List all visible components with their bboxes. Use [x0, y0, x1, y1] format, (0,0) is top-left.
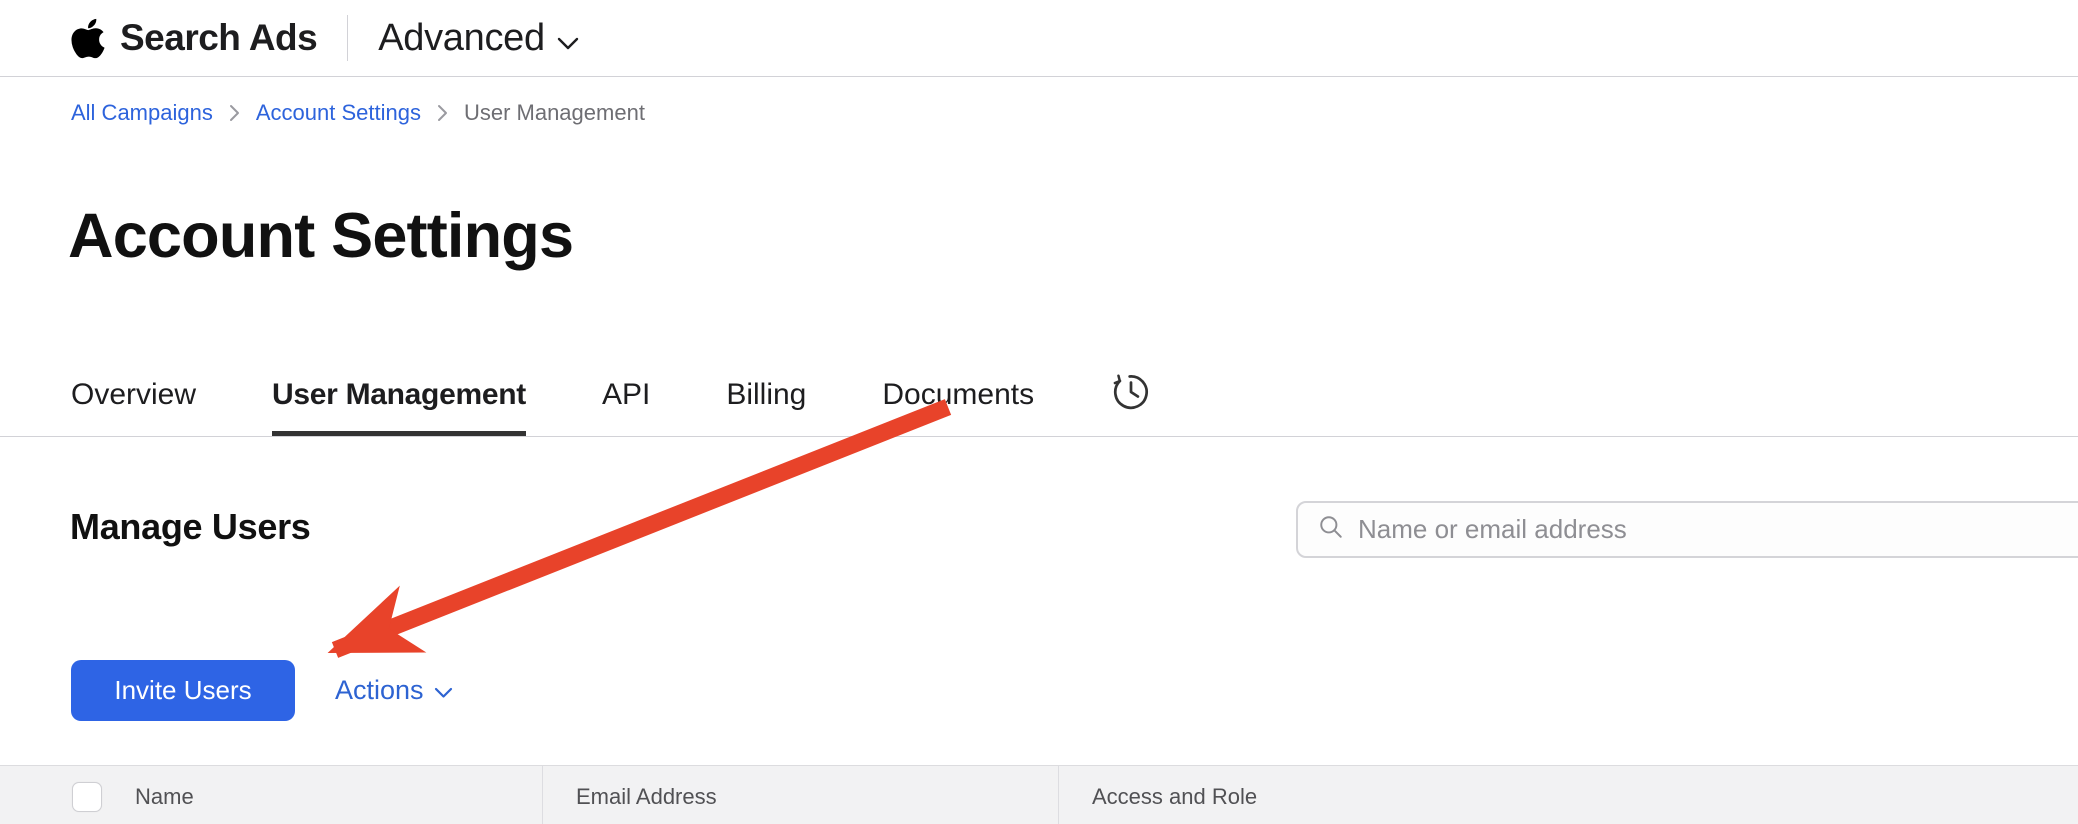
- page-title: Account Settings: [68, 200, 573, 272]
- tab-overview[interactable]: Overview: [71, 355, 196, 436]
- tabs-bar: Overview User Management API Billing Doc…: [0, 355, 2078, 437]
- chevron-down-icon: [545, 17, 579, 60]
- actions-dropdown[interactable]: Actions: [335, 660, 453, 721]
- chevron-right-icon: [437, 104, 448, 122]
- select-all-checkbox[interactable]: [72, 782, 102, 812]
- column-label-name: Name: [135, 784, 194, 810]
- column-label-email: Email Address: [576, 784, 717, 810]
- breadcrumb-user-management: User Management: [464, 100, 645, 126]
- edition-label: Advanced: [378, 17, 545, 60]
- column-label-access-role: Access and Role: [1092, 784, 1257, 810]
- column-header-name: Name: [0, 766, 542, 824]
- header-divider: [347, 15, 348, 61]
- apple-search-ads-brand[interactable]: Search Ads: [71, 16, 317, 61]
- invite-users-button[interactable]: Invite Users: [71, 660, 295, 721]
- history-clock-icon: [1108, 368, 1154, 417]
- tab-billing[interactable]: Billing: [726, 355, 806, 436]
- brand-name: Search Ads: [120, 17, 317, 59]
- top-bar: Search Ads Advanced: [0, 0, 2078, 77]
- user-search-box: [1296, 501, 2078, 558]
- tab-api[interactable]: API: [602, 355, 650, 436]
- column-header-access-role: Access and Role: [1058, 766, 2078, 824]
- actions-label: Actions: [335, 675, 424, 706]
- search-icon: [1318, 514, 1344, 545]
- breadcrumb: All Campaigns Account Settings User Mana…: [71, 100, 645, 126]
- tabs: Overview User Management API Billing Doc…: [71, 355, 1034, 436]
- apple-logo-icon: [71, 16, 105, 61]
- edition-dropdown[interactable]: Advanced: [378, 17, 579, 60]
- breadcrumb-all-campaigns[interactable]: All Campaigns: [71, 100, 213, 126]
- users-table-header: Name Email Address Access and Role: [0, 765, 2078, 824]
- chevron-down-icon: [424, 675, 453, 706]
- section-title: Manage Users: [70, 506, 311, 548]
- column-header-email: Email Address: [542, 766, 1058, 824]
- page: Search Ads Advanced All Campaigns Accoun…: [0, 0, 2078, 824]
- search-input[interactable]: [1356, 513, 2078, 546]
- chevron-right-icon: [229, 104, 240, 122]
- tab-documents[interactable]: Documents: [882, 355, 1034, 436]
- history-button[interactable]: [1108, 355, 1154, 436]
- breadcrumb-account-settings[interactable]: Account Settings: [256, 100, 421, 126]
- tab-user-management[interactable]: User Management: [272, 355, 526, 436]
